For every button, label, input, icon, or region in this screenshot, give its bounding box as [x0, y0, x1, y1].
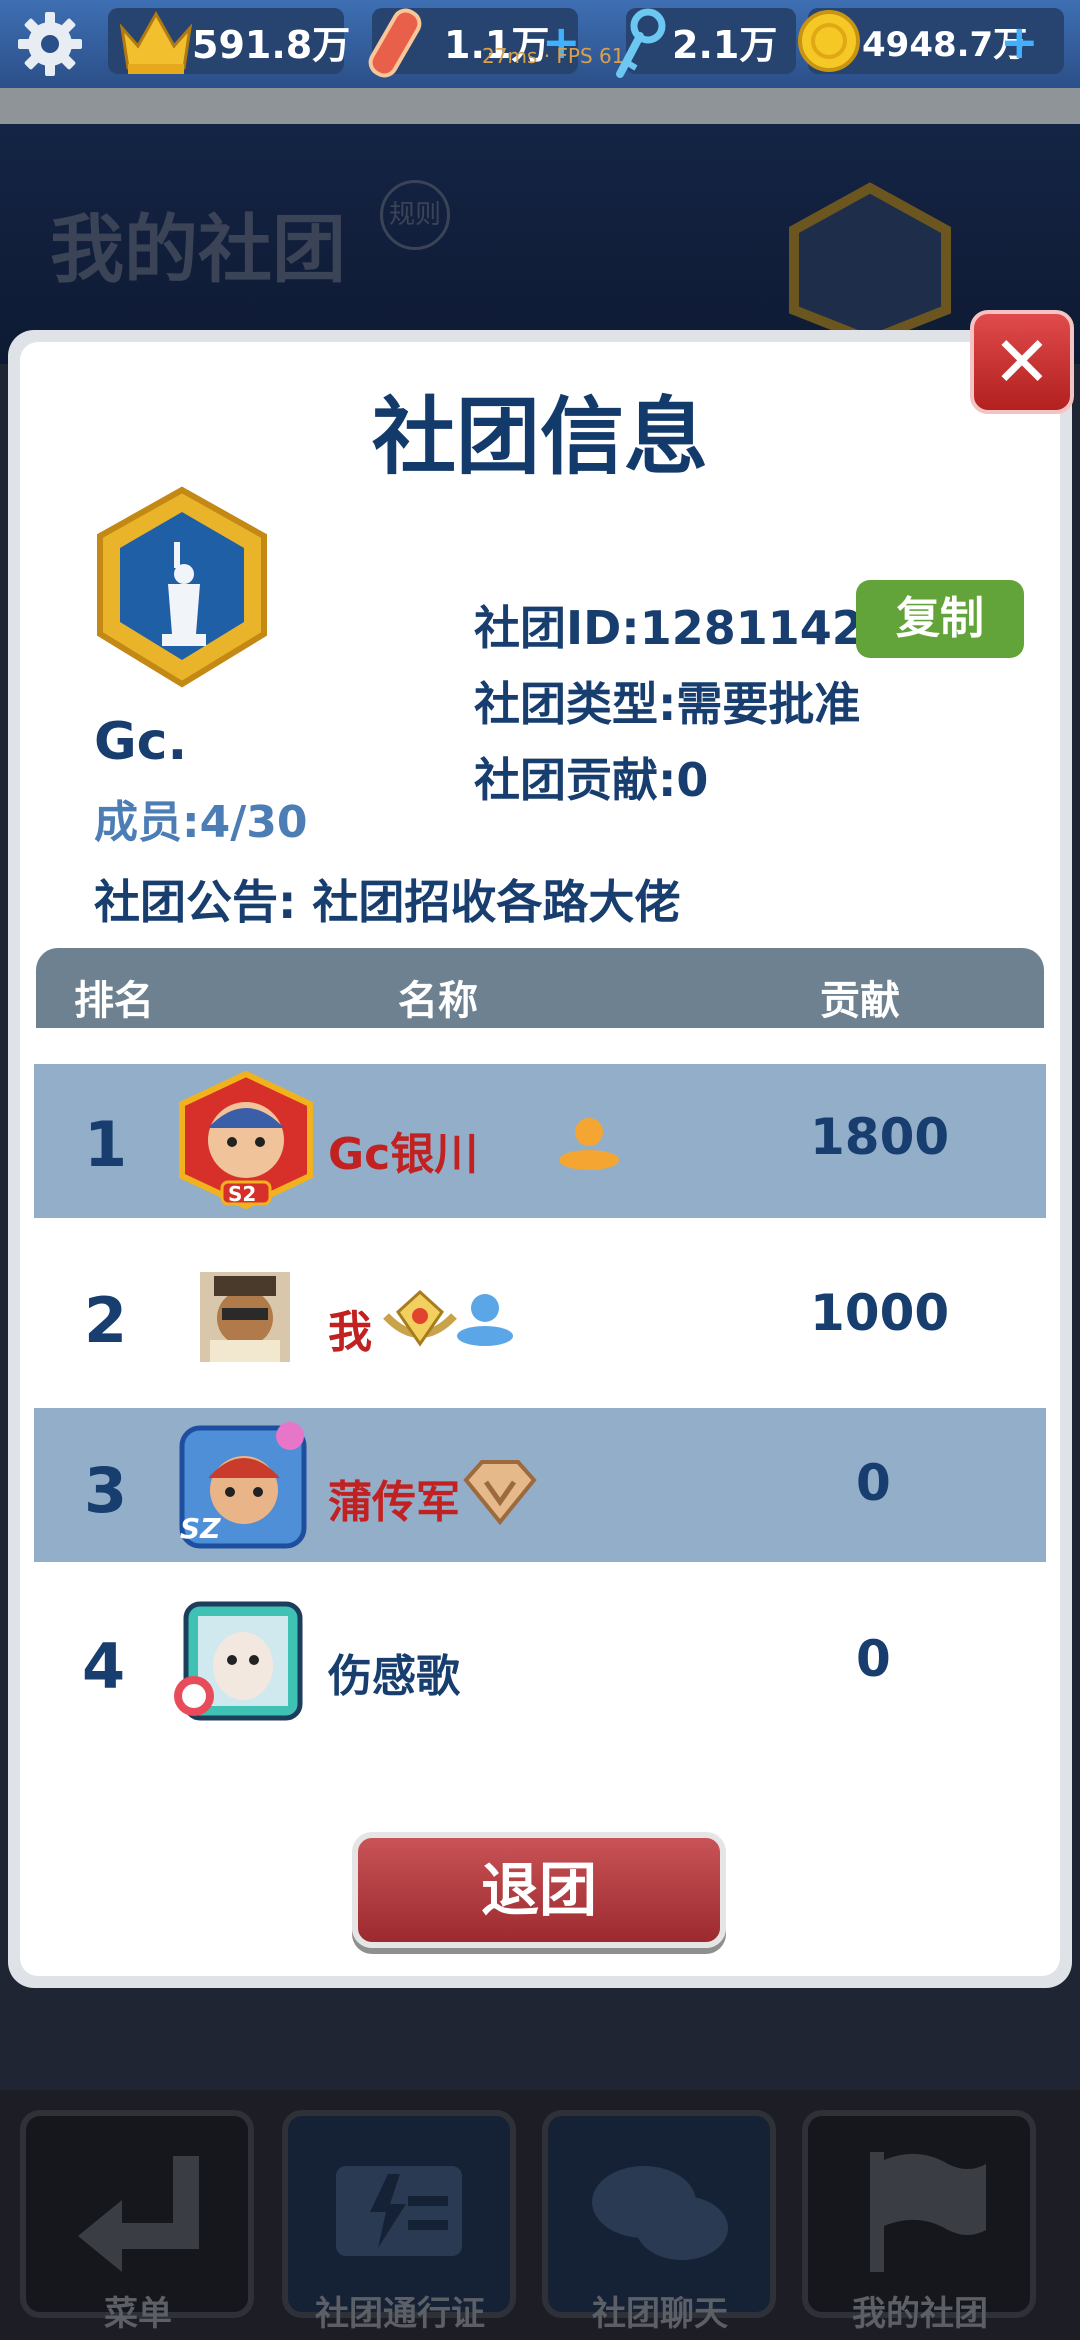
hoverboard-icon	[360, 4, 430, 82]
coin-icon	[796, 6, 862, 76]
row-contribution: 1800	[810, 1108, 950, 1166]
row-contribution: 1000	[810, 1284, 950, 1342]
nav-club-chat-label: 社团聊天	[592, 2294, 728, 2334]
avatar	[200, 1272, 290, 1362]
member-count: 成员:4/30	[94, 797, 308, 848]
crown-icon	[116, 6, 196, 78]
background-emblem-icon	[780, 180, 960, 346]
header-rank: 排名	[74, 978, 154, 1024]
topbar-divider	[0, 88, 1080, 124]
debug-overlay: 27ms · FPS 61	[482, 44, 625, 68]
nav-menu-label: 菜单	[104, 2294, 172, 2334]
nav-my-club-label: 我的社团	[852, 2294, 988, 2334]
header-contribution: 贡献	[820, 978, 900, 1024]
row-contribution: 0	[856, 1454, 891, 1512]
copy-id-button[interactable]: 复制	[856, 580, 1024, 658]
nav-club-pass-label: 社团通行证	[315, 2294, 485, 2334]
member-person-icon	[454, 1290, 516, 1346]
club-name: Gc.	[94, 712, 188, 772]
club-notice: 社团公告: 社团招收各路大佬	[94, 875, 681, 929]
row-rank: 3	[84, 1454, 128, 1527]
quit-club-button[interactable]: 退团	[352, 1832, 726, 1948]
row-name: 蒲传军	[328, 1477, 460, 1528]
background-title: 我的社团	[50, 207, 346, 293]
row-rank: 2	[84, 1284, 128, 1357]
avatar	[170, 1600, 306, 1724]
flag-icon	[870, 2152, 986, 2272]
rules-button[interactable]: 规则	[380, 180, 450, 250]
avatar-badge: S2	[228, 1182, 257, 1206]
crowns-value: 591.8万	[192, 23, 351, 67]
club-type: 社团类型:需要批准	[474, 677, 861, 731]
vip-medal-icon	[380, 1286, 460, 1354]
row-name: Gc银川	[328, 1129, 479, 1180]
row-rank: 1	[84, 1108, 128, 1181]
key-icon	[610, 6, 670, 80]
club-contribution: 社团贡献:0	[474, 753, 709, 807]
dialog-title: 社团信息	[371, 388, 708, 486]
row-name: 伤感歌	[328, 1651, 460, 1702]
club-emblem-icon	[92, 484, 272, 694]
row-contribution: 0	[856, 1630, 891, 1688]
vip-diamond-icon	[462, 1456, 538, 1526]
keys-value: 2.1万	[672, 23, 778, 67]
row-rank: 4	[82, 1630, 126, 1703]
add-coins-icon[interactable]: +	[1000, 12, 1039, 72]
header-name: 名称	[398, 978, 478, 1024]
club-id: 社团ID:1281142	[474, 601, 864, 655]
leader-person-icon	[556, 1114, 622, 1170]
avatar-badge: SZ	[180, 1512, 221, 1545]
chat-bubbles-icon	[592, 2166, 728, 2260]
row-name: 我	[328, 1307, 372, 1358]
gear-icon[interactable]	[14, 8, 86, 80]
return-arrow-icon	[78, 2156, 199, 2272]
club-pass-icon	[336, 2166, 462, 2256]
